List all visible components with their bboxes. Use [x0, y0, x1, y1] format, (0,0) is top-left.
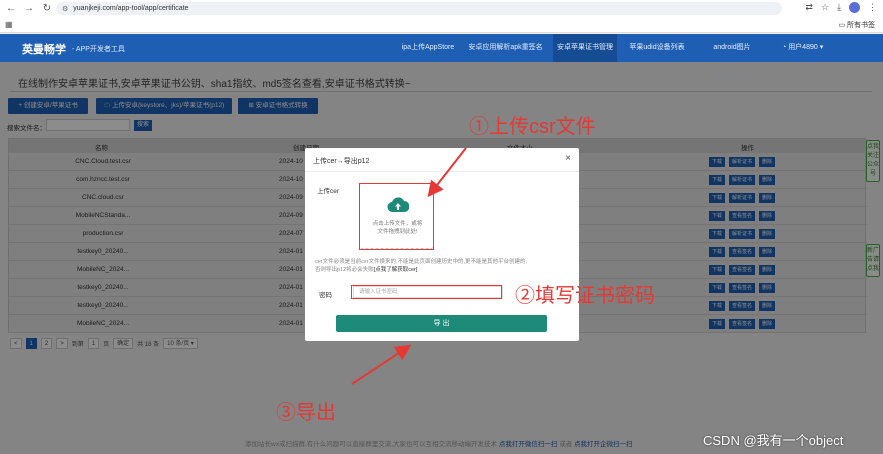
csdn-watermark: CSDN @我有一个object — [703, 433, 844, 448]
annotation-step2: ②填写证书密码 — [515, 285, 655, 307]
arrow-step3 — [351, 344, 412, 385]
annotation-step1: ①上传csr文件 — [469, 116, 596, 138]
annotation-arrows — [351, 147, 467, 385]
annotation-step3: ③导出 — [276, 402, 336, 424]
arrow-step1 — [427, 147, 467, 198]
